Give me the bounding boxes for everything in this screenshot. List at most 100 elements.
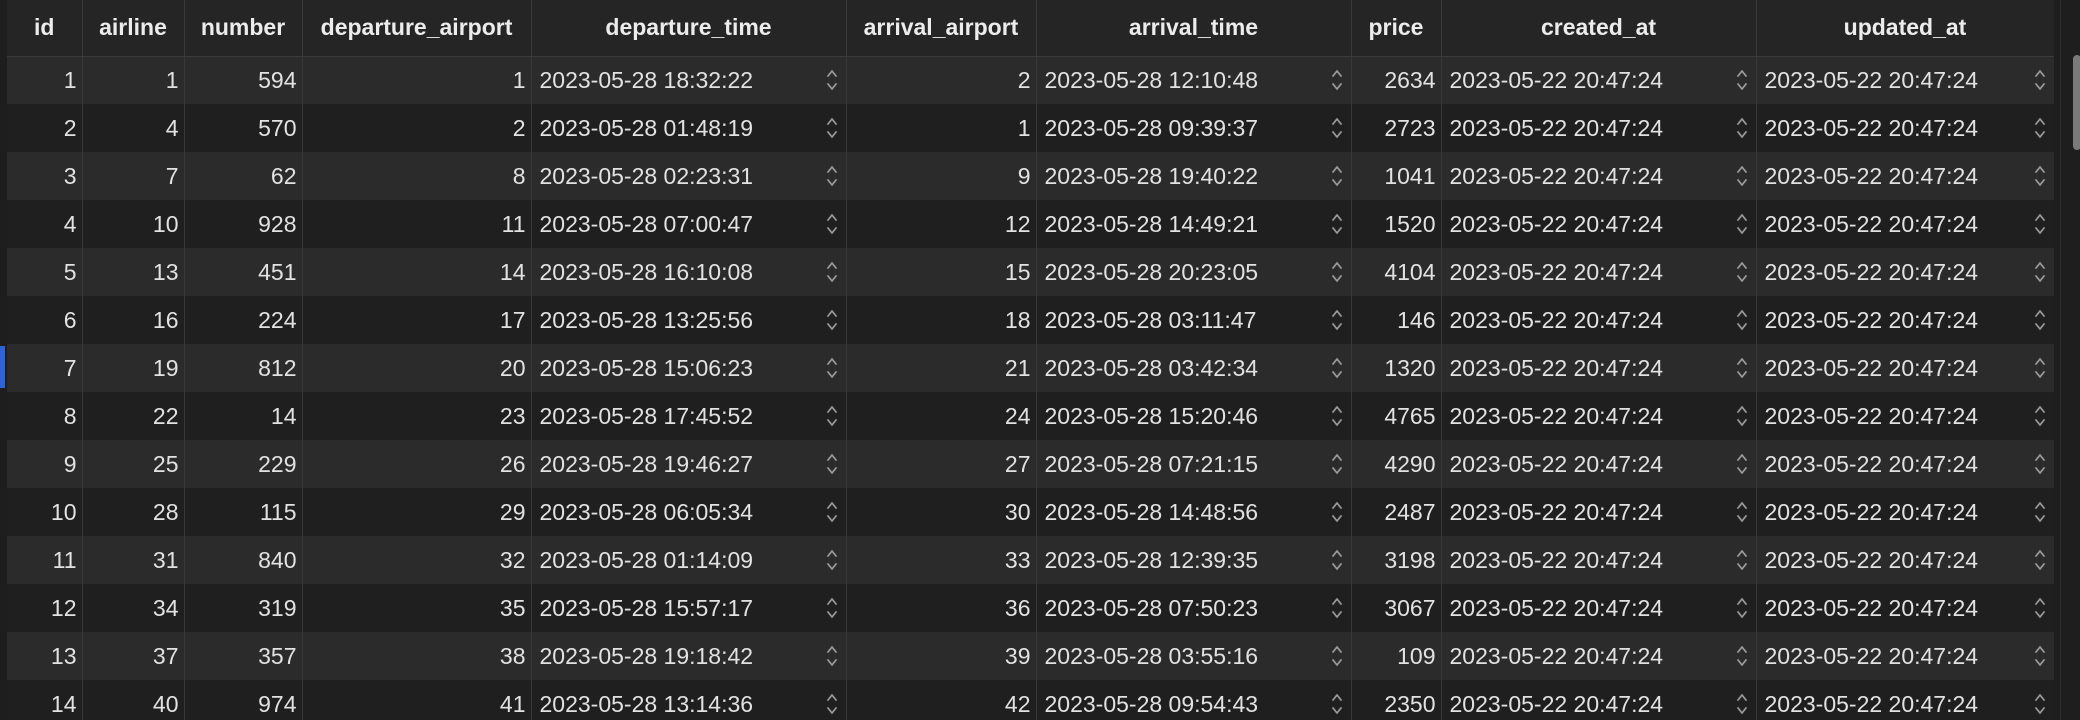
cell-created-at[interactable]: 2023-05-22 20:47:24: [1441, 680, 1757, 720]
cell-arrival-time[interactable]: 2023-05-28 15:20:46: [1036, 392, 1352, 440]
cell-updated-at[interactable]: 2023-05-22 20:47:24: [1756, 200, 2054, 248]
column-header-departure-time[interactable]: departure_time: [531, 0, 847, 57]
up-down-chevron-icon[interactable]: [1736, 211, 1748, 237]
cell-id[interactable]: 6: [7, 296, 83, 344]
cell-departure-airport[interactable]: 14: [302, 248, 532, 296]
up-down-chevron-icon[interactable]: [2034, 259, 2046, 285]
table-row[interactable]: 14 40 974 41 2023-05-28 13:14:36 42 2023-05-28…: [7, 680, 2054, 720]
up-down-chevron-icon[interactable]: [2034, 67, 2046, 93]
cell-arrival-airport[interactable]: 33: [846, 536, 1037, 584]
cell-number[interactable]: 570: [184, 104, 303, 152]
cell-departure-time[interactable]: 2023-05-28 17:45:52: [531, 392, 847, 440]
cell-airline[interactable]: 13: [82, 248, 185, 296]
cell-departure-time[interactable]: 2023-05-28 13:14:36: [531, 680, 847, 720]
cell-number[interactable]: 812: [184, 344, 303, 392]
cell-departure-airport[interactable]: 2: [302, 104, 532, 152]
cell-created-at[interactable]: 2023-05-22 20:47:24: [1441, 632, 1757, 680]
cell-updated-at[interactable]: 2023-05-22 20:47:24: [1756, 344, 2054, 392]
table-row[interactable]: 7 19 812 20 2023-05-28 15:06:23 21 2023-05-28 …: [7, 344, 2054, 392]
vertical-scrollbar[interactable]: [2060, 0, 2080, 720]
cell-arrival-airport[interactable]: 1: [846, 104, 1037, 152]
cell-price[interactable]: 2723: [1351, 104, 1442, 152]
cell-number[interactable]: 594: [184, 56, 303, 104]
up-down-chevron-icon[interactable]: [1331, 595, 1343, 621]
cell-id[interactable]: 11: [7, 536, 83, 584]
cell-departure-airport[interactable]: 11: [302, 200, 532, 248]
cell-departure-airport[interactable]: 35: [302, 584, 532, 632]
up-down-chevron-icon[interactable]: [1331, 691, 1343, 717]
cell-created-at[interactable]: 2023-05-22 20:47:24: [1441, 440, 1757, 488]
cell-airline[interactable]: 10: [82, 200, 185, 248]
up-down-chevron-icon[interactable]: [1331, 451, 1343, 477]
table-row[interactable]: 4 10 928 11 2023-05-28 07:00:47 12 2023-05-28 …: [7, 200, 2054, 248]
up-down-chevron-icon[interactable]: [1736, 547, 1748, 573]
up-down-chevron-icon[interactable]: [1736, 115, 1748, 141]
cell-departure-airport[interactable]: 38: [302, 632, 532, 680]
cell-id[interactable]: 4: [7, 200, 83, 248]
table-row[interactable]: 3 7 62 8 2023-05-28 02:23:31 9 2023-05-28 19:4…: [7, 152, 2054, 200]
cell-departure-time[interactable]: 2023-05-28 15:57:17: [531, 584, 847, 632]
cell-updated-at[interactable]: 2023-05-22 20:47:24: [1756, 536, 2054, 584]
cell-airline[interactable]: 7: [82, 152, 185, 200]
up-down-chevron-icon[interactable]: [1736, 499, 1748, 525]
cell-arrival-airport[interactable]: 9: [846, 152, 1037, 200]
up-down-chevron-icon[interactable]: [826, 355, 838, 381]
up-down-chevron-icon[interactable]: [2034, 115, 2046, 141]
cell-updated-at[interactable]: 2023-05-22 20:47:24: [1756, 584, 2054, 632]
cell-created-at[interactable]: 2023-05-22 20:47:24: [1441, 200, 1757, 248]
cell-number[interactable]: 974: [184, 680, 303, 720]
up-down-chevron-icon[interactable]: [2034, 595, 2046, 621]
cell-price[interactable]: 4104: [1351, 248, 1442, 296]
cell-created-at[interactable]: 2023-05-22 20:47:24: [1441, 56, 1757, 104]
cell-id[interactable]: 3: [7, 152, 83, 200]
cell-number[interactable]: 224: [184, 296, 303, 344]
table-row[interactable]: 13 37 357 38 2023-05-28 19:18:42 39 2023-05-28…: [7, 632, 2054, 680]
cell-price[interactable]: 4765: [1351, 392, 1442, 440]
cell-arrival-time[interactable]: 2023-05-28 14:49:21: [1036, 200, 1352, 248]
up-down-chevron-icon[interactable]: [826, 307, 838, 333]
up-down-chevron-icon[interactable]: [826, 691, 838, 717]
up-down-chevron-icon[interactable]: [2034, 547, 2046, 573]
table-row[interactable]: 2 4 570 2 2023-05-28 01:48:19 1 2023-05-28 09:…: [7, 104, 2054, 152]
cell-price[interactable]: 2350: [1351, 680, 1442, 720]
up-down-chevron-icon[interactable]: [826, 163, 838, 189]
cell-id[interactable]: 10: [7, 488, 83, 536]
up-down-chevron-icon[interactable]: [1331, 67, 1343, 93]
cell-departure-time[interactable]: 2023-05-28 02:23:31: [531, 152, 847, 200]
cell-updated-at[interactable]: 2023-05-22 20:47:24: [1756, 392, 2054, 440]
up-down-chevron-icon[interactable]: [1331, 403, 1343, 429]
cell-arrival-time[interactable]: 2023-05-28 03:11:47: [1036, 296, 1352, 344]
cell-arrival-airport[interactable]: 36: [846, 584, 1037, 632]
cell-arrival-airport[interactable]: 2: [846, 56, 1037, 104]
table-row[interactable]: 9 25 229 26 2023-05-28 19:46:27 27 2023-05-28 …: [7, 440, 2054, 488]
cell-departure-time[interactable]: 2023-05-28 13:25:56: [531, 296, 847, 344]
cell-number[interactable]: 229: [184, 440, 303, 488]
up-down-chevron-icon[interactable]: [2034, 355, 2046, 381]
cell-id[interactable]: 1: [7, 56, 83, 104]
cell-arrival-time[interactable]: 2023-05-28 12:10:48: [1036, 56, 1352, 104]
up-down-chevron-icon[interactable]: [2034, 307, 2046, 333]
cell-departure-airport[interactable]: 23: [302, 392, 532, 440]
cell-departure-airport[interactable]: 32: [302, 536, 532, 584]
cell-airline[interactable]: 37: [82, 632, 185, 680]
up-down-chevron-icon[interactable]: [826, 211, 838, 237]
up-down-chevron-icon[interactable]: [826, 643, 838, 669]
cell-price[interactable]: 1041: [1351, 152, 1442, 200]
cell-number[interactable]: 928: [184, 200, 303, 248]
cell-airline[interactable]: 19: [82, 344, 185, 392]
cell-id[interactable]: 13: [7, 632, 83, 680]
cell-created-at[interactable]: 2023-05-22 20:47:24: [1441, 344, 1757, 392]
cell-arrival-airport[interactable]: 30: [846, 488, 1037, 536]
cell-number[interactable]: 319: [184, 584, 303, 632]
cell-id[interactable]: 8: [7, 392, 83, 440]
cell-airline[interactable]: 1: [82, 56, 185, 104]
table-row[interactable]: 6 16 224 17 2023-05-28 13:25:56 18 2023-05-28 …: [7, 296, 2054, 344]
up-down-chevron-icon[interactable]: [1736, 403, 1748, 429]
cell-arrival-airport[interactable]: 42: [846, 680, 1037, 720]
up-down-chevron-icon[interactable]: [826, 67, 838, 93]
column-header-number[interactable]: number: [184, 0, 303, 57]
up-down-chevron-icon[interactable]: [2034, 643, 2046, 669]
cell-id[interactable]: 5: [7, 248, 83, 296]
cell-departure-time[interactable]: 2023-05-28 19:46:27: [531, 440, 847, 488]
up-down-chevron-icon[interactable]: [1331, 115, 1343, 141]
